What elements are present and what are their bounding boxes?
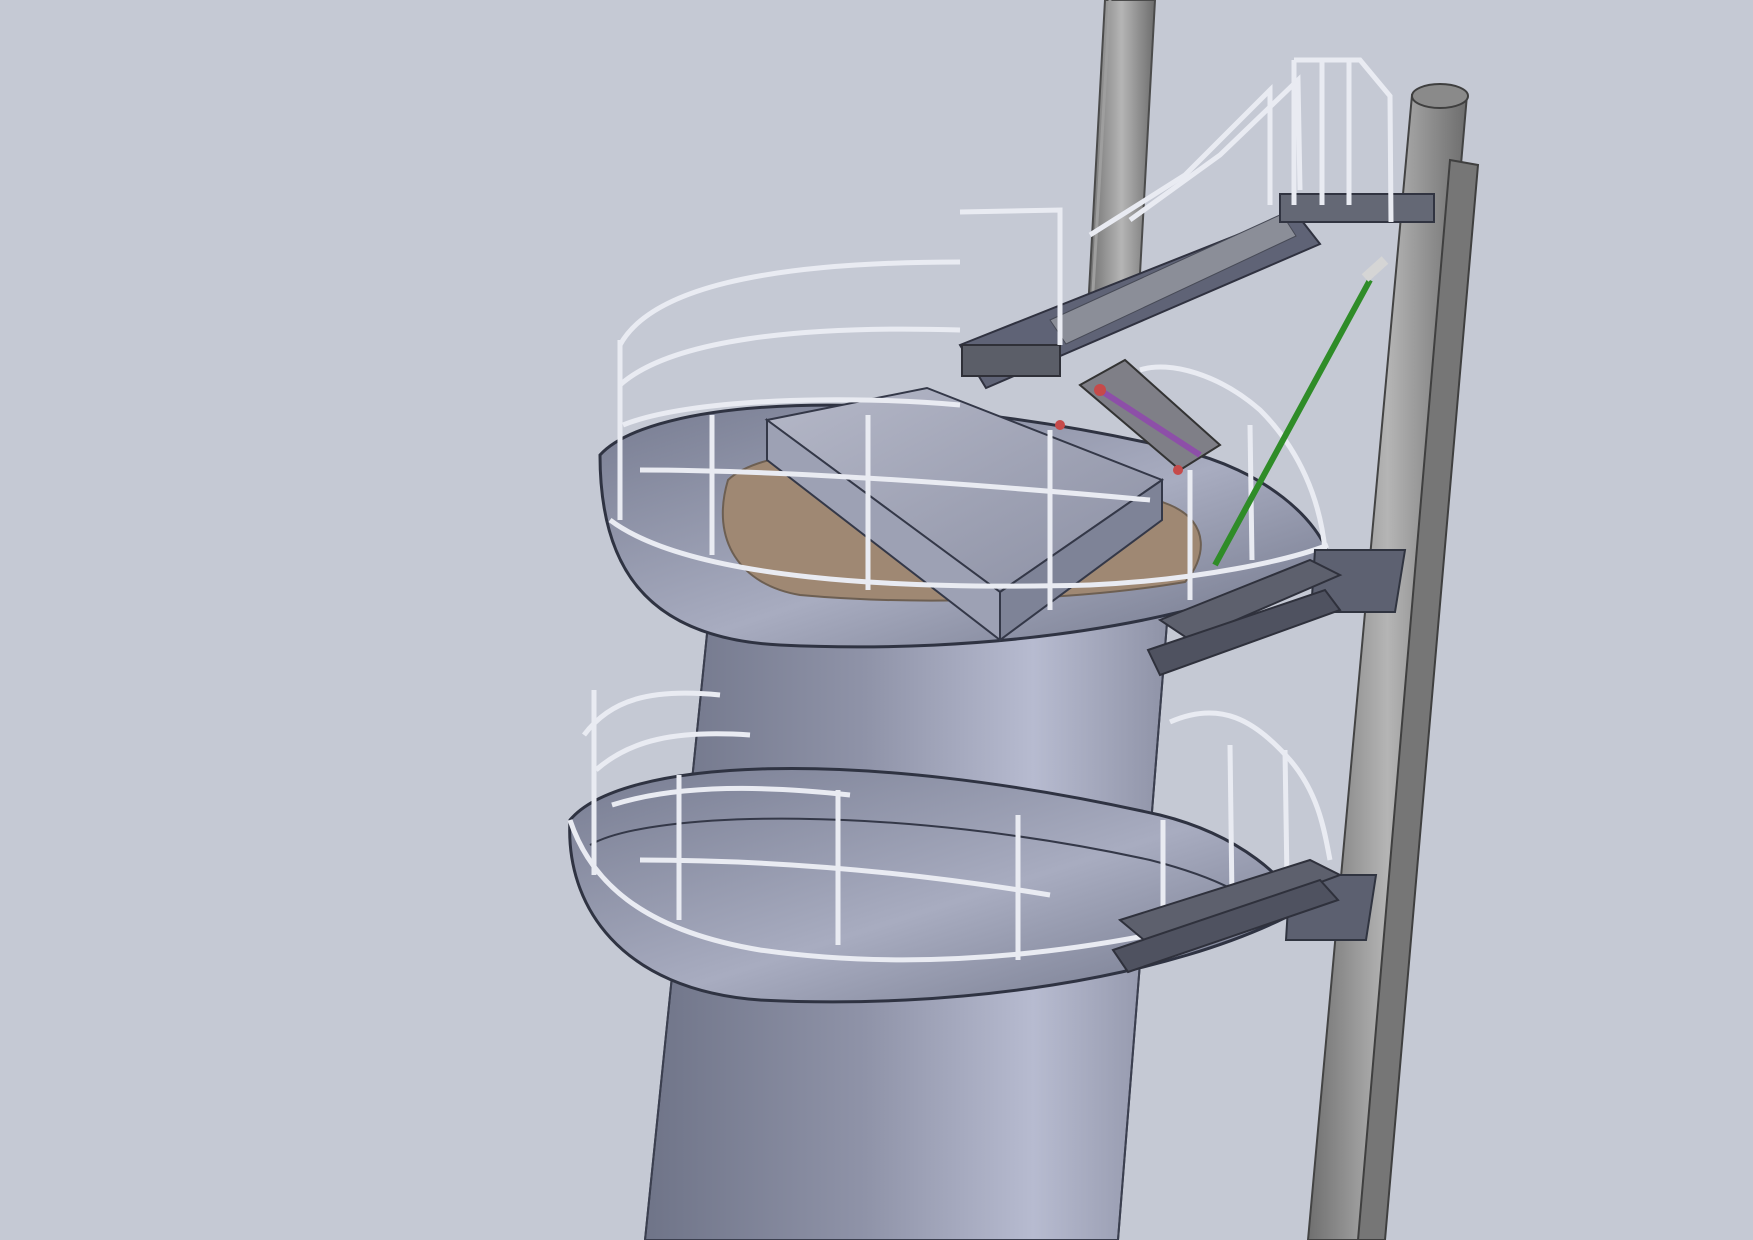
cad-3d-viewport[interactable]	[0, 0, 1753, 1240]
